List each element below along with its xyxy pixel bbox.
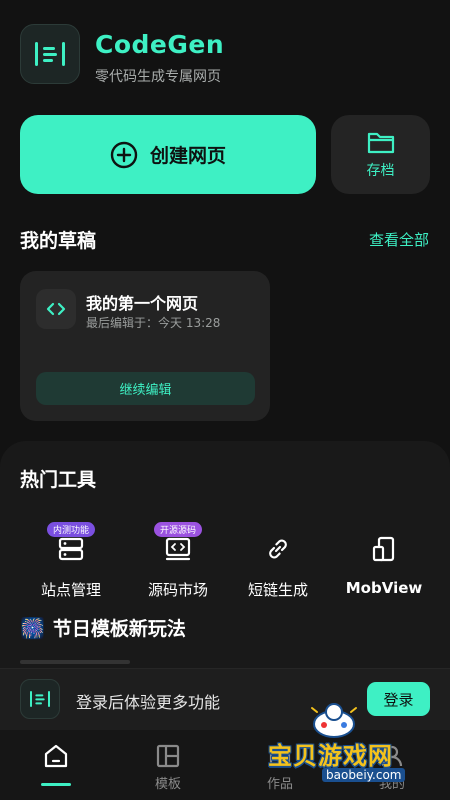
tool-short-link[interactable]: 短链生成 (223, 532, 333, 600)
content-peek (20, 660, 130, 664)
tool-label: MobView (345, 579, 423, 597)
home-icon (44, 744, 68, 768)
template-icon (156, 744, 180, 768)
nav-label: 模板 (154, 777, 181, 792)
tool-label: 源码市场 (147, 581, 208, 599)
watermark-url: baobeiy.com (322, 768, 406, 782)
watermark: 宝贝游戏网 baobeiy.com (268, 700, 440, 790)
tool-site-management[interactable]: 内测功能 站点管理 (16, 522, 126, 600)
continue-edit-button[interactable]: 继续编辑 (36, 372, 255, 405)
tool-badge: 开源源码 (153, 522, 203, 537)
draft-name: 我的第一个网页 (86, 294, 199, 313)
holiday-title: 节日模板新玩法 (52, 618, 186, 640)
tool-label: 短链生成 (247, 581, 308, 599)
login-prompt-text: 登录后体验更多功能 (76, 693, 221, 712)
nav-templates[interactable]: 模板 (112, 730, 224, 800)
create-page-label: 创建网页 (149, 145, 226, 167)
app-logo (20, 24, 80, 84)
link-icon (269, 539, 287, 559)
view-all-link[interactable]: 查看全部 (369, 229, 429, 250)
app-logo-small (20, 679, 60, 719)
draft-edited-time: 最后编辑于：今天 13:28 (86, 316, 221, 330)
archive-label: 存档 (366, 162, 395, 179)
drafts-title: 我的草稿 (20, 230, 97, 252)
nav-home[interactable] (0, 730, 112, 800)
draft-card[interactable]: 我的第一个网页 最后编辑于：今天 13:28 继续编辑 (20, 271, 270, 421)
tool-source-market[interactable]: 开源源码 源码市场 (123, 522, 233, 600)
tool-label: 站点管理 (40, 581, 101, 599)
server-icon (58, 537, 84, 561)
nav-active-indicator (41, 783, 71, 786)
create-page-button[interactable]: 创建网页 (20, 115, 316, 194)
code-icon (36, 289, 76, 329)
code-window-icon (165, 537, 191, 561)
fireworks-icon: 🎆 (20, 615, 45, 640)
document-lines-icon (35, 42, 65, 66)
tool-badge: 内测功能 (46, 522, 96, 537)
gamepad-mascot-icon (311, 703, 357, 738)
watermark-title: 宝贝游戏网 (268, 742, 393, 770)
folder-icon (367, 132, 394, 153)
tools-title: 热门工具 (20, 469, 97, 491)
app-name: CodeGen (95, 30, 225, 59)
mobile-view-icon (372, 536, 395, 562)
document-lines-icon (30, 691, 50, 707)
holiday-section-header[interactable]: 🎆 节日模板新玩法 (20, 614, 186, 641)
app-tagline: 零代码生成专属网页 (95, 69, 221, 85)
archive-button[interactable]: 存档 (331, 115, 430, 194)
tool-mobview[interactable]: MobView (329, 532, 439, 597)
plus-circle-icon (110, 141, 138, 168)
